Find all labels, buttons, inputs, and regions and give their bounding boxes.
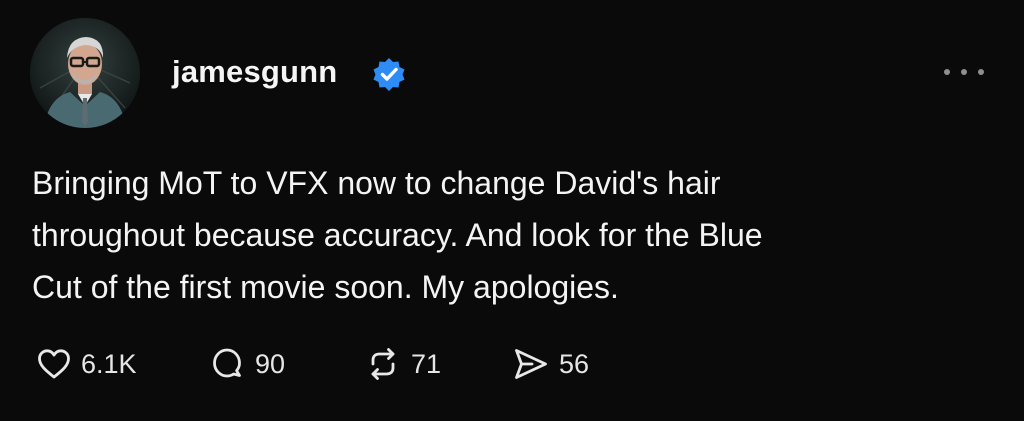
share-count: 56 <box>559 349 590 379</box>
repost-button[interactable]: 71 <box>364 340 441 388</box>
more-options-icon[interactable] <box>944 60 984 84</box>
username[interactable]: jamesgunn <box>172 52 337 92</box>
post-text-line: throughout because accuracy. And look fo… <box>32 217 763 253</box>
avatar[interactable] <box>30 18 140 128</box>
like-button[interactable]: 6.1K <box>36 340 137 388</box>
thread-post: jamesgunn Bringing MoT to VFX now to cha… <box>0 0 1024 421</box>
verified-badge-icon <box>373 58 405 91</box>
send-icon <box>515 349 547 379</box>
post-text-line: Cut of the first movie soon. My apologie… <box>32 269 619 305</box>
reply-count: 90 <box>255 349 286 379</box>
dot <box>961 69 967 75</box>
post-text: Bringing MoT to VFX now to change David'… <box>32 157 992 313</box>
share-button[interactable]: 56 <box>512 340 589 388</box>
repost-icon <box>371 348 395 380</box>
reply-button[interactable]: 90 <box>208 340 285 388</box>
comment-bubble-icon <box>213 348 241 378</box>
dot <box>944 69 950 75</box>
like-count: 6.1K <box>81 349 137 379</box>
repost-count: 71 <box>411 349 442 379</box>
post-text-line: Bringing MoT to VFX now to change David'… <box>32 165 721 201</box>
action-bar: 6.1K 90 71 56 <box>36 340 676 388</box>
dot <box>978 69 984 75</box>
heart-icon <box>38 349 70 379</box>
